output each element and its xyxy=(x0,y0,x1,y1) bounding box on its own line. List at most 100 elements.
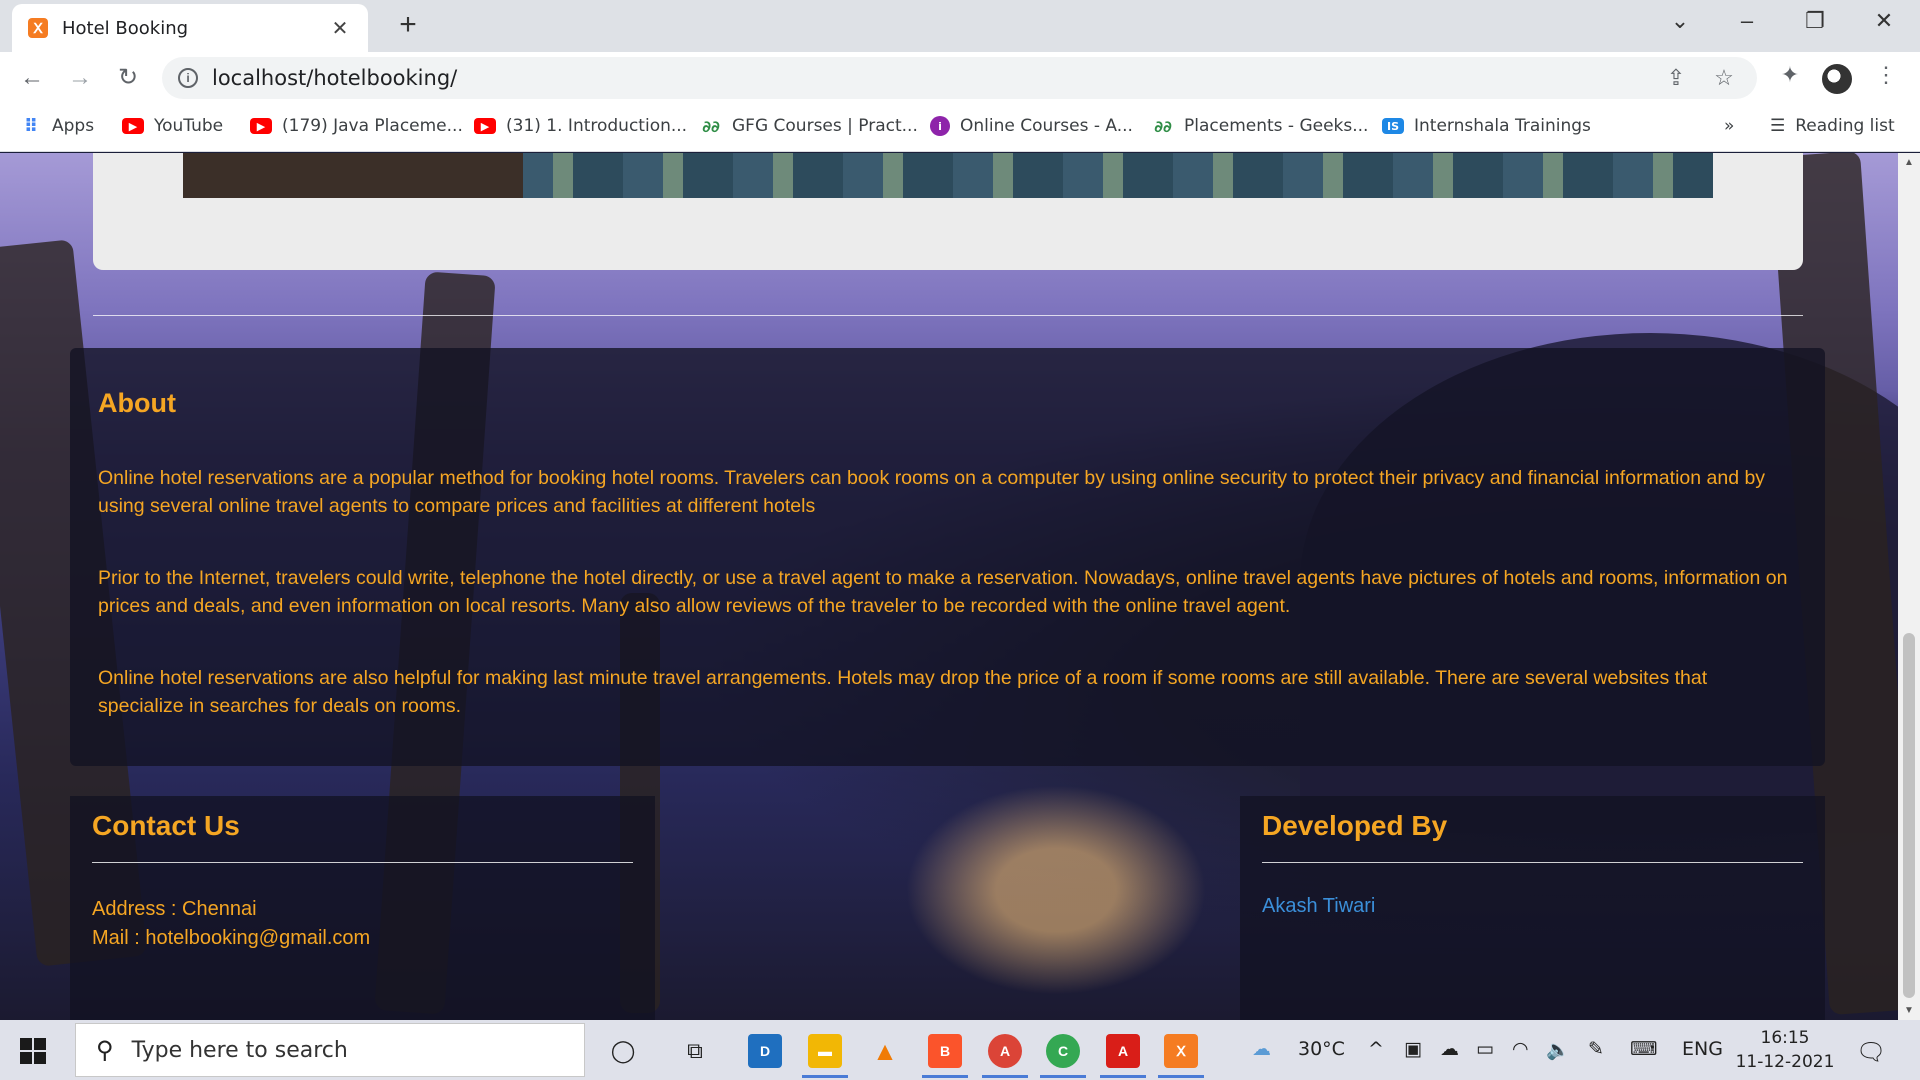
scroll-thumb[interactable] xyxy=(1903,633,1915,998)
windows-start-button[interactable] xyxy=(20,1038,46,1064)
bookmark-label: Apps xyxy=(52,116,95,136)
onedrive-icon[interactable]: ☁ xyxy=(1440,1038,1459,1060)
menu-kebab-icon[interactable]: ⋮ xyxy=(1870,62,1902,88)
tab-close-icon[interactable]: ✕ xyxy=(328,16,352,41)
reading-list-icon: ☰ xyxy=(1770,116,1786,136)
tab-title: Hotel Booking xyxy=(62,17,189,39)
chrome-icon[interactable]: C xyxy=(1040,1034,1086,1078)
close-window-button[interactable]: ✕ xyxy=(1864,8,1904,34)
vlc-icon[interactable]: ▲ xyxy=(868,1034,902,1068)
bookmark-youtube[interactable]: ▶ YouTube xyxy=(122,116,223,136)
reload-button[interactable]: ↻ xyxy=(112,62,144,94)
forward-button[interactable]: → xyxy=(64,62,96,94)
tray-overflow-chevron-icon[interactable]: ^ xyxy=(1368,1038,1384,1060)
task-view-icon[interactable]: ⧉ xyxy=(678,1034,712,1068)
developer-title: Developed By xyxy=(1262,810,1448,841)
dell-app-icon[interactable]: D xyxy=(748,1034,782,1068)
contact-divider xyxy=(92,862,633,863)
keyboard-icon[interactable]: ⌨ xyxy=(1630,1038,1657,1060)
clock-date: 11-12-2021 xyxy=(1735,1052,1835,1072)
language-indicator[interactable]: ENG xyxy=(1682,1038,1723,1060)
bookmark-label: Online Courses - A... xyxy=(960,116,1133,136)
cortana-icon[interactable]: ◯ xyxy=(606,1034,640,1068)
internshala-icon: IS xyxy=(1382,118,1404,134)
meet-now-icon[interactable]: ▣ xyxy=(1404,1038,1422,1060)
bookmark-label: (31) 1. Introduction... xyxy=(506,116,688,136)
youtube-icon: ▶ xyxy=(250,118,272,134)
xampp-icon[interactable]: ꓫ xyxy=(1158,1034,1204,1078)
bookmark-label: YouTube xyxy=(154,116,224,136)
tab-search-chevron-icon[interactable]: ⌄ xyxy=(1660,8,1700,34)
volume-icon[interactable]: 🔈 xyxy=(1546,1038,1570,1061)
gfg-icon: ∂∂ xyxy=(1154,116,1172,136)
file-explorer-icon[interactable]: ▬ xyxy=(802,1034,848,1078)
apps-grid-icon: ⠿ xyxy=(23,115,39,137)
bookmark-label: Internshala Trainings xyxy=(1414,116,1591,136)
back-button[interactable]: ← xyxy=(16,62,48,94)
developer-link[interactable]: Akash Tiwari xyxy=(1262,895,1375,917)
address-bar[interactable]: i localhost/hotelbooking/ ⇪ ☆ xyxy=(162,57,1757,99)
bookmark-label: (179) Java Placeme... xyxy=(282,116,463,136)
brave-icon[interactable]: B xyxy=(922,1034,968,1078)
new-tab-button[interactable]: + xyxy=(392,10,424,42)
battery-icon[interactable]: ▭ xyxy=(1476,1038,1494,1060)
restore-button[interactable]: ❐ xyxy=(1795,8,1835,34)
about-paragraph: Prior to the Internet, travelers could w… xyxy=(98,567,1788,617)
about-title: About xyxy=(98,388,176,418)
wifi-icon[interactable]: ◠ xyxy=(1512,1038,1529,1060)
hero-card xyxy=(93,153,1803,270)
bookmark-gfg-courses[interactable]: ∂∂ GFG Courses | Pract... xyxy=(700,116,918,136)
reading-list-label: Reading list xyxy=(1795,116,1895,136)
search-icon: ⚲ xyxy=(96,1036,114,1064)
reading-list-button[interactable]: ☰ Reading list xyxy=(1770,116,1895,136)
chrome-profile-a-icon[interactable]: A xyxy=(982,1034,1028,1078)
notifications-icon[interactable]: 🗨 xyxy=(1856,1038,1886,1066)
bookmark-java-placement[interactable]: ▶ (179) Java Placeme... xyxy=(250,116,463,136)
pen-icon[interactable]: ✎ xyxy=(1588,1038,1604,1060)
weather-temperature[interactable]: 30°C xyxy=(1298,1038,1345,1060)
bookmark-label: Placements - Geeks... xyxy=(1184,116,1369,136)
bookmark-apps[interactable]: ⠿ Apps xyxy=(20,115,95,137)
about-section: About Online hotel reservations are a po… xyxy=(70,348,1825,766)
hero-image-shadow xyxy=(183,153,523,198)
bookmark-internshala[interactable]: IS Internshala Trainings xyxy=(1382,116,1591,136)
bookmarks-overflow-button[interactable]: » xyxy=(1724,116,1734,136)
developer-section: Developed By Akash Tiwari xyxy=(1240,796,1825,1020)
contact-title: Contact Us xyxy=(92,810,240,841)
hero-image xyxy=(183,153,1713,198)
gfg-icon: ∂∂ xyxy=(702,116,720,136)
clock-time: 16:15 xyxy=(1760,1028,1810,1048)
bookmark-introduction[interactable]: ▶ (31) 1. Introduction... xyxy=(474,116,687,136)
tab-hotel-booking[interactable]: ꓫ Hotel Booking ✕ xyxy=(12,4,368,52)
url-text[interactable]: localhost/hotelbooking/ xyxy=(212,66,457,90)
extensions-puzzle-icon[interactable]: ✦ xyxy=(1774,62,1806,88)
developer-divider xyxy=(1262,862,1803,863)
site-info-icon[interactable]: i xyxy=(178,68,198,88)
scroll-up-arrow-icon[interactable]: ▲ xyxy=(1898,157,1920,168)
share-icon[interactable]: ⇪ xyxy=(1662,65,1690,91)
windows-taskbar: ⚲ Type here to search ◯ ⧉ D ▬ ▲ B A C A … xyxy=(0,1020,1920,1080)
minimize-button[interactable]: – xyxy=(1727,8,1767,34)
contact-section: Contact Us Address : Chennai Mail : hote… xyxy=(70,796,655,1020)
bookmarks-bar: ⠿ Apps ▶ YouTube ▶ (179) Java Placeme...… xyxy=(0,104,1920,152)
taskbar-clock[interactable]: 16:15 11-12-2021 xyxy=(1730,1026,1840,1074)
scroll-down-arrow-icon[interactable]: ▼ xyxy=(1898,1005,1920,1016)
profile-avatar[interactable] xyxy=(1822,64,1852,94)
weather-icon[interactable]: ☁ xyxy=(1252,1038,1271,1060)
taskbar-search-box[interactable]: ⚲ Type here to search xyxy=(75,1023,585,1077)
bookmark-label: GFG Courses | Pract... xyxy=(732,116,918,136)
bookmark-online-courses[interactable]: i Online Courses - A... xyxy=(930,116,1133,136)
browser-toolbar: ← → ↻ i localhost/hotelbooking/ ⇪ ☆ ✦ ⋮ xyxy=(0,52,1920,104)
page-viewport: About Online hotel reservations are a po… xyxy=(0,153,1920,1020)
tab-strip: ꓫ Hotel Booking ✕ + ⌄ – ❐ ✕ xyxy=(0,0,1920,52)
youtube-icon: ▶ xyxy=(474,118,496,134)
bookmark-placements[interactable]: ∂∂ Placements - Geeks... xyxy=(1152,116,1368,136)
bookmark-star-icon[interactable]: ☆ xyxy=(1710,65,1738,91)
contact-address: Address : Chennai xyxy=(92,898,257,920)
xampp-favicon-icon: ꓫ xyxy=(28,18,48,38)
page-scrollbar[interactable]: ▲ ▼ xyxy=(1898,153,1920,1020)
about-paragraph: Online hotel reservations are also helpf… xyxy=(98,667,1708,717)
online-courses-icon: i xyxy=(930,116,950,136)
section-divider xyxy=(93,315,1803,316)
acrobat-icon[interactable]: A xyxy=(1100,1034,1146,1078)
